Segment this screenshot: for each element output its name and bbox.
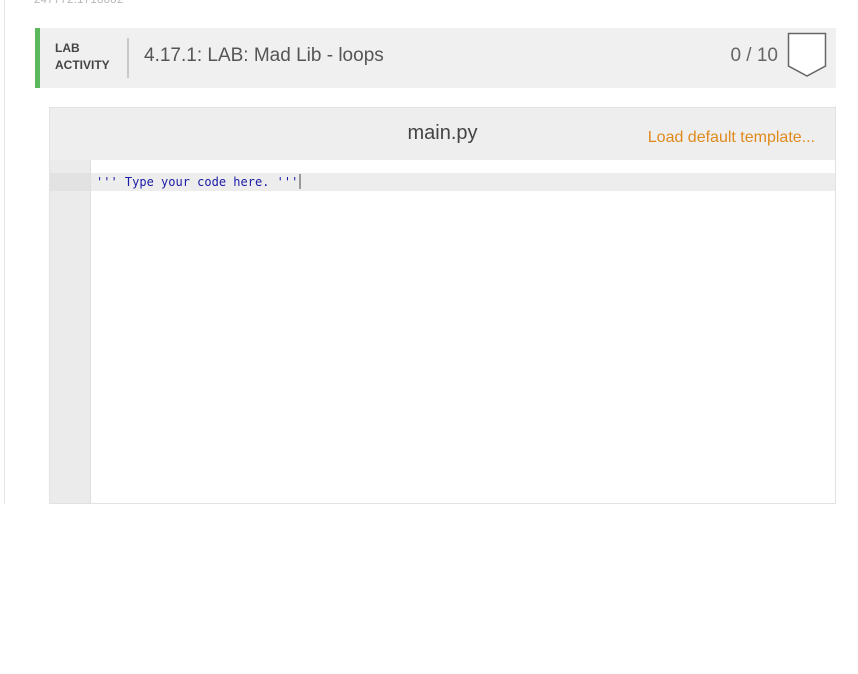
lab-tag-line1: LAB [55, 41, 80, 55]
left-divider [4, 0, 5, 504]
header-divider [127, 38, 129, 78]
editor-toolbar: main.py Load default template... [50, 108, 835, 160]
lab-tag-line2: ACTIVITY [55, 58, 110, 72]
text-cursor [299, 174, 302, 189]
score-shield-icon [787, 32, 827, 77]
lab-title: 4.17.1: LAB: Mad Lib - loops [144, 45, 384, 66]
lab-activity-tag: LAB ACTIVITY [55, 40, 110, 74]
lab-score: 0 / 10 [730, 45, 778, 66]
code-editor-panel: main.py Load default template... 1 ''' T… [49, 107, 836, 504]
load-default-template-link[interactable]: Load default template... [648, 129, 815, 147]
code-input-area[interactable]: ''' Type your code here. ''' [91, 160, 835, 503]
page-id-text: 247772.1718882 [34, 0, 124, 6]
page: 247772.1718882 LAB ACTIVITY 4.17.1: LAB:… [0, 0, 858, 674]
line-number-gutter [50, 160, 91, 503]
code-line-text: ''' Type your code here. ''' [96, 175, 299, 189]
code-line[interactable]: ''' Type your code here. ''' [96, 174, 302, 189]
lab-activity-header: LAB ACTIVITY 4.17.1: LAB: Mad Lib - loop… [35, 28, 836, 88]
gutter-active-line [50, 173, 90, 191]
